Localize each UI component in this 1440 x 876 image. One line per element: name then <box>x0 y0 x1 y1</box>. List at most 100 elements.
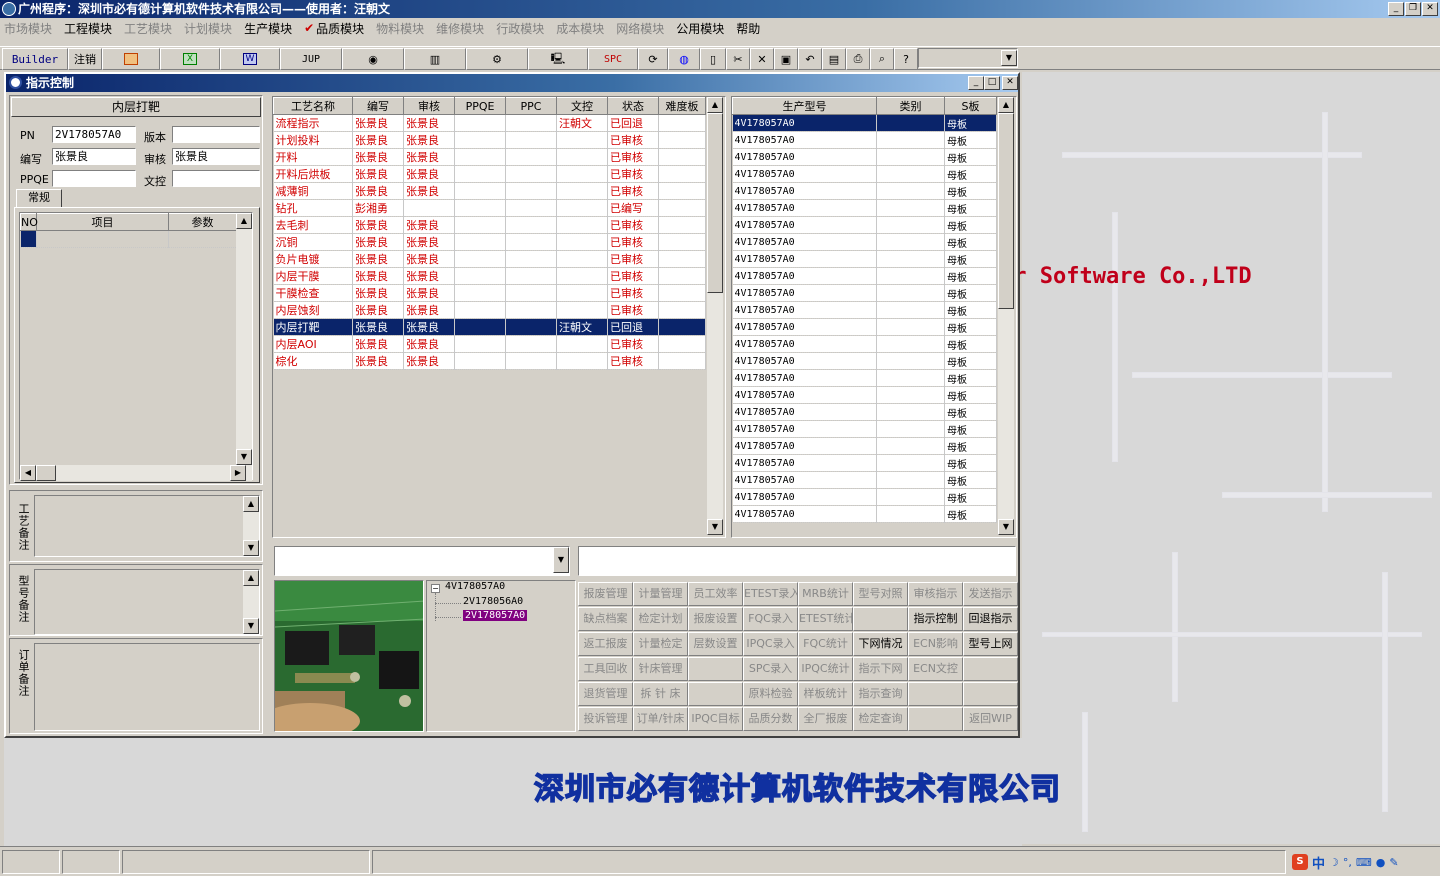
model-cell[interactable] <box>876 182 945 200</box>
process-cell[interactable] <box>454 250 506 268</box>
wrench-icon[interactable]: ✎ <box>1389 856 1398 869</box>
process-cell[interactable]: 张景良 <box>352 148 404 166</box>
process-cell[interactable] <box>556 267 608 285</box>
model-row[interactable]: 4V178057A0 母板 <box>732 114 997 132</box>
process-cell[interactable] <box>505 199 557 217</box>
model-cell[interactable]: 母板 <box>944 199 997 217</box>
keyboard-icon[interactable]: ⌨ <box>1356 856 1372 869</box>
process-cell[interactable] <box>556 284 608 302</box>
function-button[interactable]: IPQC目标 <box>688 707 743 731</box>
process-col-header[interactable]: 审核 <box>403 97 455 115</box>
model-cell[interactable]: 4V178057A0 <box>732 352 877 370</box>
ppt-icon[interactable] <box>102 48 160 70</box>
model-cell[interactable] <box>876 284 945 302</box>
process-cell[interactable] <box>454 114 506 132</box>
builder-button[interactable]: Builder <box>2 48 68 70</box>
model-cell[interactable]: 母板 <box>944 216 997 234</box>
process-cell[interactable] <box>658 352 706 370</box>
process-cell[interactable]: 已审核 <box>607 335 659 353</box>
params-row-selector[interactable] <box>20 230 37 248</box>
process-cell[interactable]: 张景良 <box>403 148 455 166</box>
menu-item[interactable]: 市场模块 <box>4 20 52 37</box>
process-scroll-thumb[interactable] <box>707 113 723 293</box>
model-row[interactable]: 4V178057A0 母板 <box>732 250 997 268</box>
process-cell[interactable]: 已审核 <box>607 182 659 200</box>
process-cell[interactable] <box>556 182 608 200</box>
process-cell[interactable] <box>505 233 557 251</box>
process-row[interactable]: 流程指示 张景良 张景良 汪朝文 已回退 <box>273 114 706 132</box>
process-cell[interactable] <box>658 216 706 234</box>
process-cell[interactable]: 张景良 <box>403 267 455 285</box>
toolbar-combo[interactable]: ▼ <box>918 48 1018 68</box>
process-cell[interactable]: 张景良 <box>403 250 455 268</box>
process-vscroll[interactable]: ▲ ▼ <box>707 97 723 535</box>
function-button[interactable]: 指示下网 <box>853 657 908 681</box>
model-cell[interactable]: 4V178057A0 <box>732 505 877 523</box>
model-cell[interactable]: 4V178057A0 <box>732 403 877 421</box>
process-cell[interactable]: 张景良 <box>403 352 455 370</box>
process-cell[interactable] <box>454 131 506 149</box>
process-col-header[interactable]: 编写 <box>352 97 404 115</box>
model-cell[interactable]: 4V178057A0 <box>732 233 877 251</box>
function-button[interactable]: 审核指示 <box>908 582 963 606</box>
process-cell[interactable]: 张景良 <box>403 233 455 251</box>
function-button[interactable] <box>963 682 1018 706</box>
reviewer-field[interactable]: 张景良 <box>172 148 260 165</box>
scroll-down-icon[interactable]: ▼ <box>998 519 1014 535</box>
model-cell[interactable]: 4V178057A0 <box>732 199 877 217</box>
function-button[interactable]: 下网情况 <box>853 632 908 656</box>
model-cell[interactable]: 母板 <box>944 403 997 421</box>
process-cell[interactable] <box>658 148 706 166</box>
function-button[interactable]: 指示控制 <box>908 607 963 631</box>
scroll-up-icon[interactable]: ▲ <box>707 97 723 113</box>
model-row[interactable]: 4V178057A0 母板 <box>732 284 997 302</box>
process-cell[interactable] <box>658 284 706 302</box>
model-row[interactable]: 4V178057A0 母板 <box>732 131 997 149</box>
undo-icon[interactable]: ↶ <box>798 48 822 70</box>
word-icon[interactable]: W <box>220 48 280 70</box>
version-field[interactable] <box>172 126 260 143</box>
process-cell[interactable] <box>505 301 557 319</box>
function-button[interactable]: SPC录入 <box>743 657 798 681</box>
process-cell[interactable]: 流程指示 <box>273 114 353 132</box>
model-row[interactable]: 4V178057A0 母板 <box>732 386 997 404</box>
model-cell[interactable]: 母板 <box>944 420 997 438</box>
model-row[interactable]: 4V178057A0 母板 <box>732 420 997 438</box>
params-cell[interactable] <box>36 230 169 248</box>
function-button[interactable]: 回退指示 <box>963 607 1018 631</box>
model-cell[interactable] <box>876 403 945 421</box>
model-cell[interactable]: 4V178057A0 <box>732 488 877 506</box>
process-cell[interactable] <box>658 250 706 268</box>
process-row[interactable]: 计划投料 张景良 张景良 已审核 <box>273 131 706 149</box>
process-cell[interactable]: 张景良 <box>352 131 404 149</box>
function-button[interactable] <box>688 682 743 706</box>
process-cell[interactable] <box>658 318 706 336</box>
scroll-up-icon[interactable]: ▲ <box>236 213 252 229</box>
process-cell[interactable] <box>454 284 506 302</box>
model-cell[interactable]: 4V178057A0 <box>732 284 877 302</box>
preview-icon[interactable]: ▤ <box>822 48 846 70</box>
process-cell[interactable]: 张景良 <box>352 318 404 336</box>
model-cell[interactable] <box>876 148 945 166</box>
process-cell[interactable]: 棕化 <box>273 352 353 370</box>
refresh-icon[interactable]: ⟳ <box>638 48 668 70</box>
model-row[interactable]: 4V178057A0 母板 <box>732 182 997 200</box>
process-cell[interactable] <box>658 114 706 132</box>
tree-root-node[interactable]: 4V178057A0 <box>445 581 505 592</box>
process-cell[interactable]: 张景良 <box>352 165 404 183</box>
process-cell[interactable]: 张景良 <box>352 250 404 268</box>
process-cell[interactable] <box>556 131 608 149</box>
menu-item[interactable]: 工程模块 <box>64 20 112 37</box>
process-row[interactable]: 棕化 张景良 张景良 已审核 <box>273 352 706 370</box>
model-row[interactable]: 4V178057A0 母板 <box>732 335 997 353</box>
function-button[interactable]: 返工报废 <box>578 632 633 656</box>
pn-field[interactable]: 2V178057A0 <box>52 126 136 143</box>
menu-item[interactable]: 行政模块 <box>496 20 544 37</box>
model-cell[interactable]: 4V178057A0 <box>732 148 877 166</box>
process-cell[interactable] <box>658 301 706 319</box>
process-cell[interactable]: 张景良 <box>403 216 455 234</box>
model-cell[interactable]: 母板 <box>944 335 997 353</box>
menu-item[interactable]: 帮助 <box>736 20 760 37</box>
process-remark-text[interactable]: ▲ ▼ <box>34 495 260 557</box>
model-row[interactable]: 4V178057A0 母板 <box>732 369 997 387</box>
